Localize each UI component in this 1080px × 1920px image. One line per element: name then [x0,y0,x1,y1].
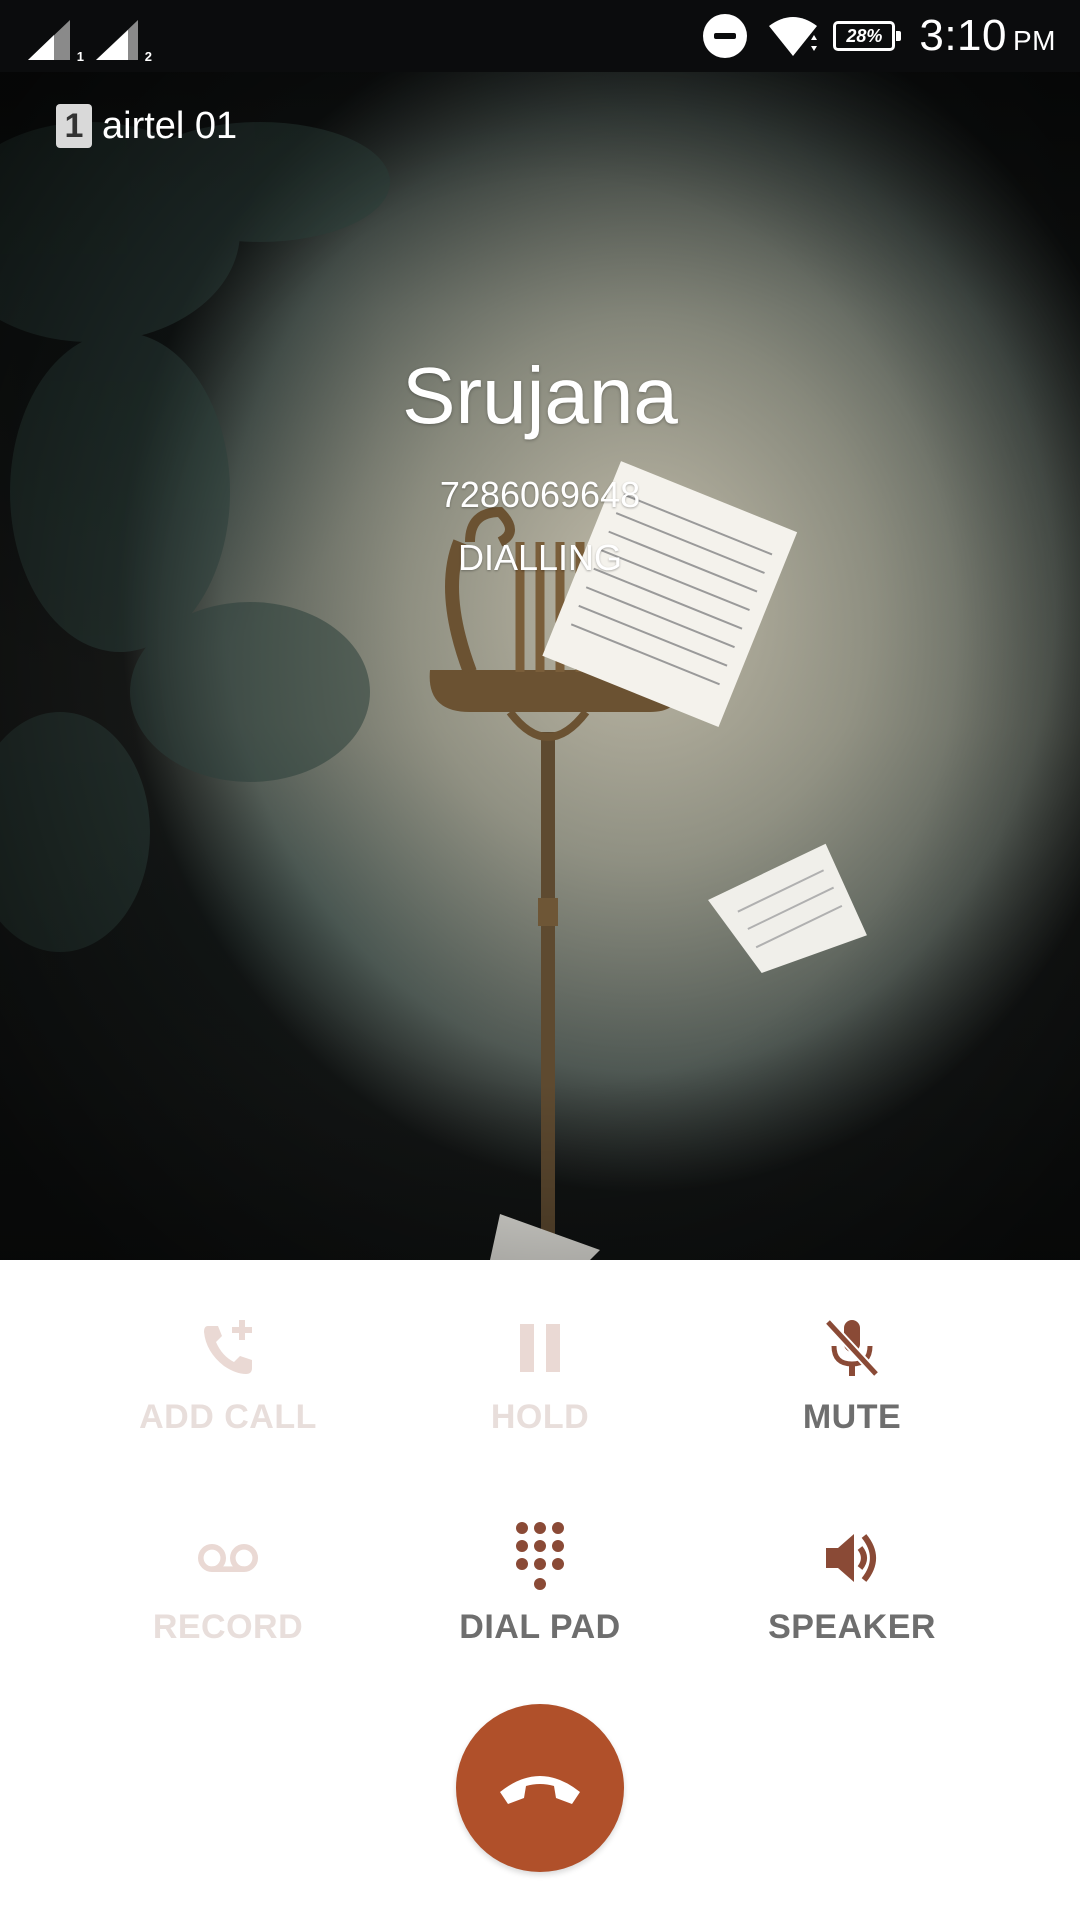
record-label: RECORD [152,1608,304,1646]
caller-name: Srujana [402,351,678,440]
vignette-overlay [0,72,1080,1260]
end-call-icon [500,1776,580,1804]
mute-button[interactable]: MUTE [702,1316,1002,1466]
dial-pad-button[interactable]: DIAL PAD [390,1522,690,1676]
sim-indicator: 1 airtel 01 [56,104,237,148]
record-button[interactable]: RECORD [78,1526,378,1676]
hold-label: HOLD [490,1398,590,1436]
clock: 3:10 PM [919,11,1056,61]
status-bar: 1 2 28% 3:10 PM [0,0,1080,72]
add-call-button[interactable]: ADD CALL [78,1316,378,1466]
speaker-button[interactable]: SPEAKER [702,1526,1002,1676]
dial-pad-label: DIAL PAD [459,1608,621,1646]
sim-slot-badge: 1 [56,104,92,148]
clock-time: 3:10 [919,11,1007,60]
caller-number: 7286069648 [439,474,641,515]
signal-sim1-icon: 1 [28,20,84,64]
do-not-disturb-icon [703,14,748,58]
status-right: 28% 3:10 PM [703,0,1056,72]
call-status: DIALLING [457,537,623,578]
signal-sim2-label: 2 [144,49,152,64]
call-background: 1 airtel 01 Srujana 7286069648 DIALLING [0,72,1080,1260]
clock-ampm: PM [1013,25,1056,56]
speaker-label: SPEAKER [768,1608,936,1646]
add-call-label: ADD CALL [139,1398,317,1436]
mute-label: MUTE [802,1398,902,1436]
battery-percent: 28% [846,25,883,46]
speaker-icon [820,1526,884,1590]
carrier-name: airtel 01 [102,104,238,147]
wifi-icon [769,17,818,56]
add-call-icon [196,1316,260,1380]
mic-off-icon [820,1316,884,1380]
end-call-button[interactable] [456,1704,624,1872]
battery-icon: 28% [833,21,902,51]
pause-icon [508,1316,572,1380]
signal-sim1-label: 1 [76,49,84,64]
hold-button[interactable]: HOLD [390,1316,690,1466]
voicemail-icon [196,1526,260,1590]
signal-sim2-icon: 2 [96,20,152,64]
dialpad-icon [508,1522,572,1590]
